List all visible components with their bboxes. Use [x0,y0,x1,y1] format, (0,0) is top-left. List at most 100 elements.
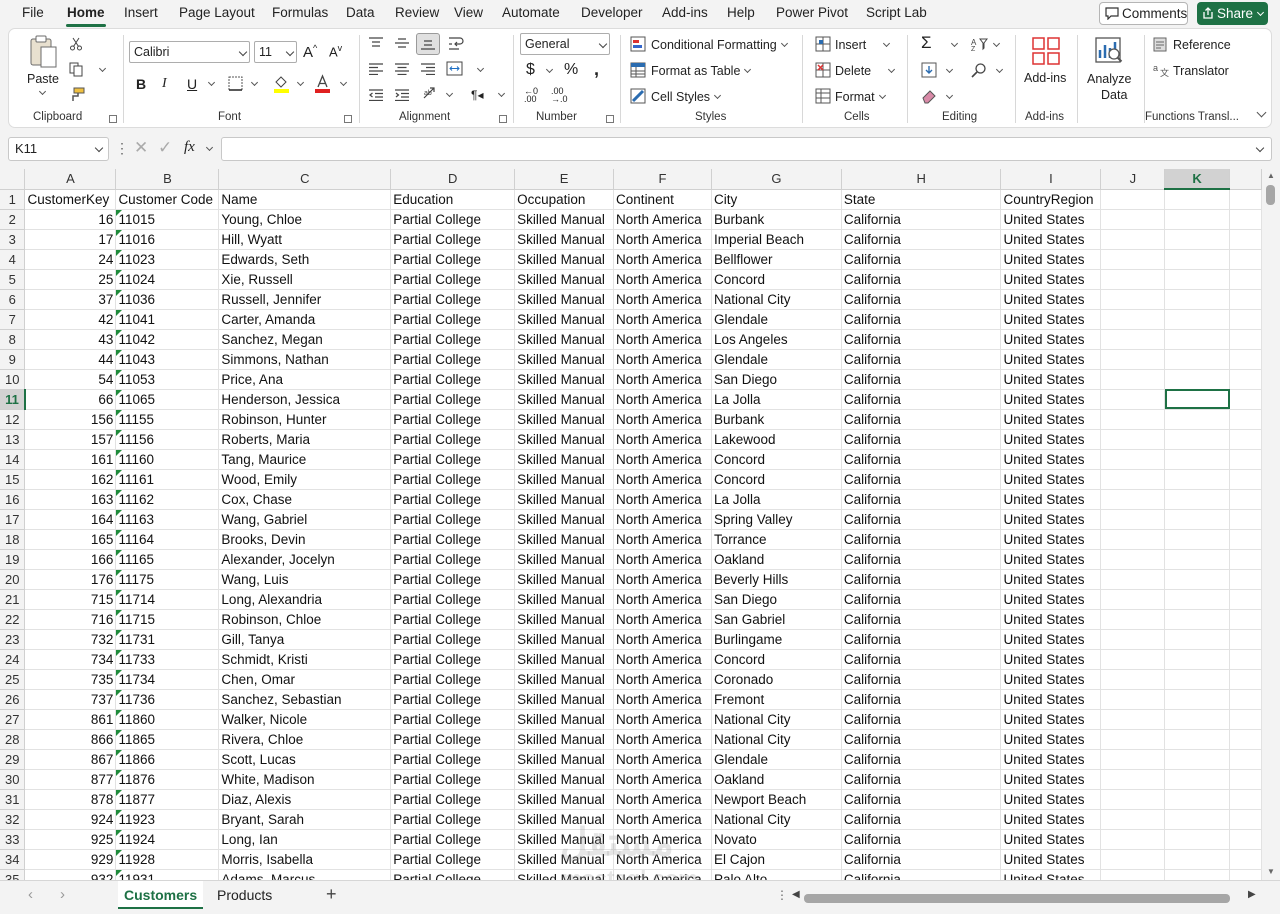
cell[interactable]: Partial College [390,649,516,670]
cell[interactable] [1164,629,1230,650]
cell[interactable] [1164,669,1230,690]
scroll-up-icon[interactable]: ▲ [1267,171,1275,180]
chevron-down-icon[interactable] [950,39,959,48]
currency-icon[interactable]: $ [526,61,535,79]
cell[interactable]: 11043 [115,349,220,370]
addins-icon[interactable] [1031,36,1061,66]
cell[interactable]: Concord [711,449,842,470]
cell[interactable]: North America [613,269,713,290]
chevron-down-icon[interactable] [205,143,214,152]
cell[interactable]: United States [1000,489,1102,510]
cell[interactable]: Chen, Omar [218,669,392,690]
cell[interactable] [1164,609,1230,630]
conditional-formatting-button[interactable]: Conditional Formatting [651,38,788,52]
cell[interactable] [1229,829,1262,850]
cell[interactable]: North America [613,369,713,390]
cell[interactable] [1100,389,1166,410]
align-top-icon[interactable] [369,37,383,49]
menu-power-pivot[interactable]: Power Pivot [776,5,848,20]
cell[interactable] [1100,349,1166,370]
chevron-down-icon[interactable] [207,78,216,87]
cell[interactable]: Rivera, Chloe [218,729,392,750]
cell[interactable] [1100,809,1166,830]
cell[interactable]: 11928 [115,849,220,870]
menu-file[interactable]: File [22,5,44,20]
cell[interactable]: California [841,849,1002,870]
cell[interactable]: Skilled Manual [514,529,615,550]
format-cells-icon[interactable] [815,88,831,104]
delete-cells-icon[interactable] [815,62,831,78]
cell[interactable]: California [841,869,1002,880]
cell[interactable]: Robinson, Hunter [218,409,392,430]
cell[interactable]: Skilled Manual [514,209,615,230]
row-header[interactable]: 25 [0,669,26,690]
cell[interactable]: Partial College [390,689,516,710]
cell[interactable]: California [841,329,1002,350]
chevron-down-icon[interactable] [339,78,348,87]
cell[interactable] [1164,429,1230,450]
cell[interactable]: Skilled Manual [514,549,615,570]
cell[interactable]: United States [1000,329,1102,350]
cell[interactable]: North America [613,289,713,310]
cell[interactable]: 11015 [115,209,220,230]
cell-styles-button[interactable]: Cell Styles [651,90,722,104]
row-header[interactable]: 35 [0,869,26,880]
chevron-down-icon[interactable] [945,91,954,100]
cell[interactable]: 66 [24,389,117,410]
cell[interactable]: California [841,509,1002,530]
cell[interactable]: Skilled Manual [514,629,615,650]
cell[interactable]: Partial College [390,589,516,610]
cell[interactable] [1164,849,1230,870]
row-header[interactable]: 1 [0,189,26,210]
cell[interactable] [1100,329,1166,350]
cell[interactable]: Alexander, Jocelyn [218,549,392,570]
cell[interactable]: 17 [24,229,117,250]
cell[interactable] [1229,709,1262,730]
row-header[interactable]: 6 [0,289,26,310]
cell[interactable]: Cox, Chase [218,489,392,510]
cell[interactable] [1100,489,1166,510]
cell[interactable]: Skilled Manual [514,489,615,510]
cell[interactable]: United States [1000,829,1102,850]
cell[interactable] [1100,689,1166,710]
cell[interactable]: United States [1000,729,1102,750]
menu-developer[interactable]: Developer [581,5,643,20]
cell[interactable] [1229,529,1262,550]
cell[interactable]: California [841,689,1002,710]
cell[interactable] [1164,249,1230,270]
vertical-scroll-thumb[interactable] [1266,185,1275,205]
cell[interactable]: Partial College [390,369,516,390]
cell[interactable]: California [841,529,1002,550]
cell[interactable]: 11865 [115,729,220,750]
cell[interactable] [1229,809,1262,830]
cell[interactable]: 11042 [115,329,220,350]
format-painter-icon[interactable] [69,87,85,102]
cell[interactable] [1164,329,1230,350]
cell[interactable]: California [841,669,1002,690]
column-header-d[interactable]: D [390,169,516,190]
cell[interactable] [1164,189,1230,210]
text-direction-icon[interactable]: ¶◂ [471,88,483,102]
cell[interactable]: 11924 [115,829,220,850]
cell[interactable] [1229,329,1262,350]
cell[interactable]: Partial College [390,749,516,770]
cell[interactable]: Partial College [390,389,516,410]
cell[interactable]: North America [613,649,713,670]
cell[interactable]: Partial College [390,729,516,750]
cell[interactable]: Glendale [711,309,842,330]
more-options-icon[interactable]: ⋮ [776,888,788,902]
cell[interactable]: Partial College [390,849,516,870]
cell[interactable]: California [841,589,1002,610]
chevron-down-icon[interactable] [497,89,506,98]
cell[interactable] [1164,369,1230,390]
cell[interactable]: 11714 [115,589,220,610]
cell[interactable]: California [841,209,1002,230]
cell[interactable]: 44 [24,349,117,370]
add-sheet-icon[interactable]: + [326,884,337,905]
cell[interactable] [1164,509,1230,530]
cell[interactable] [1100,829,1166,850]
chevron-down-icon[interactable] [545,65,554,74]
alignment-launcher-icon[interactable] [499,115,507,123]
row-header[interactable]: 10 [0,369,26,390]
more-options-icon[interactable]: ⋮ [115,140,129,157]
